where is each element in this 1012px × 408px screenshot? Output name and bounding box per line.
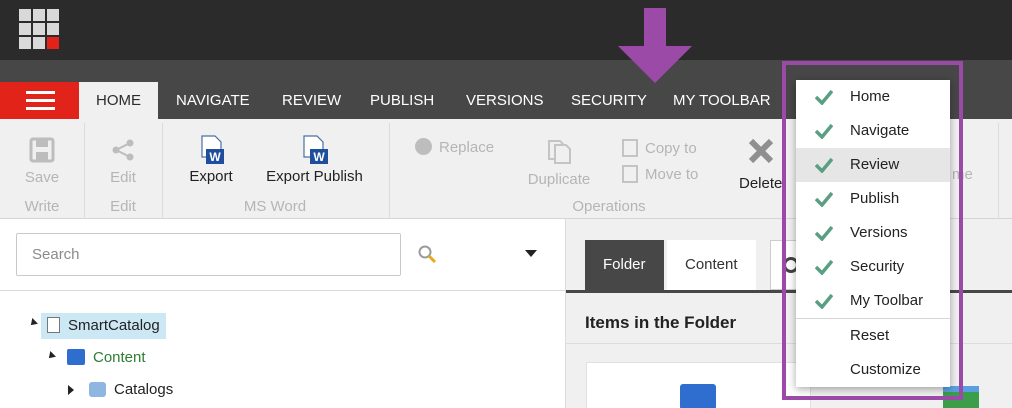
save-button[interactable]: Save (22, 137, 62, 186)
catalog-folder-icon (89, 382, 106, 397)
duplicate-button[interactable]: Duplicate (522, 137, 596, 188)
page-icon (47, 317, 60, 333)
tree-item-label: Catalogs (114, 381, 174, 398)
tab-versions[interactable]: VERSIONS (449, 82, 561, 119)
copy-icon (622, 139, 638, 157)
share-icon (112, 139, 134, 161)
word-document-icon: W (302, 135, 328, 164)
save-label: Save (24, 169, 60, 186)
tree-item-label: SmartCatalog (68, 317, 160, 334)
write-group-label: Write (24, 198, 60, 215)
tree-item-smartcatalog[interactable]: SmartCatalog (41, 313, 166, 339)
tree-item-catalogs[interactable]: Catalogs (89, 377, 173, 403)
content-tree-pane: SmartCatalog Content Catalogs (0, 219, 566, 408)
chevron-down-icon[interactable] (525, 250, 537, 257)
operations-group-label: Operations (572, 198, 646, 215)
copy-to-button[interactable]: Copy to (622, 139, 697, 157)
edit-group-label: Edit (110, 198, 136, 215)
delete-label: Delete (739, 175, 783, 192)
tab-publish[interactable]: PUBLISH (353, 82, 451, 119)
annotation-arrow-icon (618, 8, 692, 83)
svg-text:W: W (313, 150, 325, 164)
delete-button[interactable]: Delete (736, 137, 786, 192)
expand-arrow-icon[interactable] (28, 318, 38, 328)
export-publish-button[interactable]: W Export Publish (262, 135, 367, 185)
move-to-button[interactable]: Move to (622, 165, 698, 183)
content-cubes-icon (67, 349, 85, 365)
expand-arrow-icon[interactable] (46, 351, 56, 361)
move-to-label: Move to (645, 166, 699, 183)
ribbon-divider (389, 123, 390, 219)
ribbon-divider (84, 123, 85, 219)
delete-x-icon (748, 138, 774, 164)
items-in-folder-title: Items in the Folder (585, 313, 737, 332)
word-document-icon: W (201, 135, 224, 164)
duplicate-label: Duplicate (527, 171, 591, 188)
replace-icon (415, 138, 432, 155)
save-icon (29, 137, 55, 163)
tab-review[interactable]: REVIEW (265, 82, 358, 119)
copy-to-label: Copy to (645, 140, 697, 157)
export-button[interactable]: W Export (184, 135, 238, 185)
edit-button[interactable]: Edit (103, 137, 143, 186)
tab-home[interactable]: HOME (79, 82, 158, 119)
tab-security[interactable]: SECURITY (554, 82, 664, 119)
export-publish-label: Export Publish (266, 168, 363, 185)
move-icon (622, 165, 638, 183)
tab-navigate[interactable]: NAVIGATE (159, 82, 267, 119)
top-bar (0, 0, 1012, 60)
cubes-icon (680, 384, 716, 408)
replace-button[interactable]: Replace (415, 138, 494, 156)
app-launcher-icon[interactable] (19, 9, 61, 49)
tree-item-label: Content (93, 349, 146, 366)
ribbon-divider (162, 123, 163, 219)
folder-item-card[interactable] (586, 362, 811, 408)
tab-my-toolbar[interactable]: MY TOOLBAR (656, 82, 788, 119)
svg-text:W: W (209, 150, 221, 164)
divider (0, 290, 566, 291)
duplicate-icon (548, 140, 571, 164)
tab-folder[interactable]: Folder (585, 240, 664, 290)
tab-content[interactable]: Content (667, 240, 756, 290)
export-label: Export (189, 168, 233, 185)
edit-label: Edit (110, 169, 136, 186)
hamburger-menu-icon[interactable] (0, 82, 79, 119)
ribbon-divider (998, 123, 999, 219)
tree-item-content[interactable]: Content (67, 345, 146, 371)
search-icon[interactable] (417, 244, 437, 264)
collapse-arrow-icon[interactable] (68, 385, 74, 395)
msword-group-label: MS Word (243, 198, 307, 215)
annotation-highlight-box (782, 61, 963, 400)
search-input[interactable] (16, 233, 401, 276)
replace-label: Replace (439, 139, 495, 156)
